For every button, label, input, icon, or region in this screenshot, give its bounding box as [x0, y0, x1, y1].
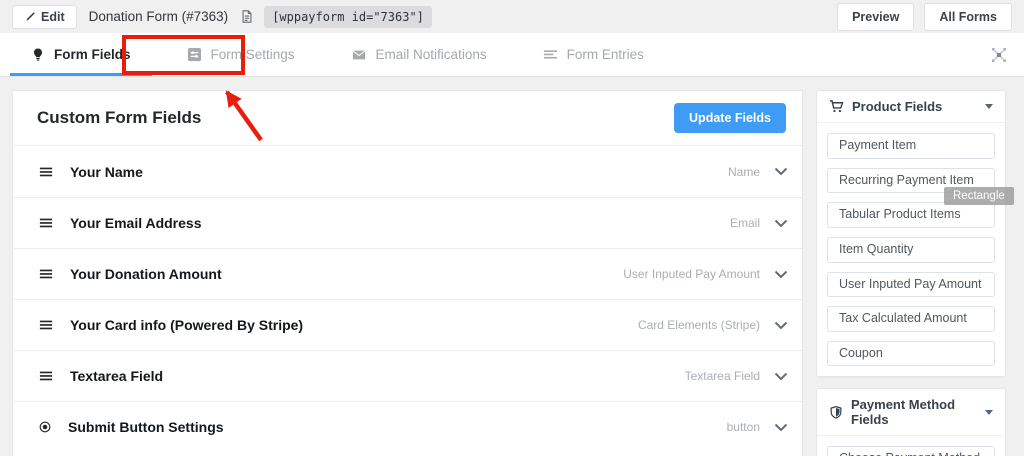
collapse-caret-icon[interactable]: [985, 409, 993, 415]
palette-item-payment-item[interactable]: Payment Item: [827, 133, 995, 159]
palette-item-user-inputed-pay-amount[interactable]: User Inputed Pay Amount: [827, 271, 995, 298]
field-row-card-info[interactable]: Your Card info (Powered By Stripe) Card …: [13, 299, 802, 350]
radio-target-icon: [38, 420, 52, 434]
palette-item-tabular-product-items[interactable]: Tabular Product Items: [827, 202, 995, 228]
tab-label: Form Settings: [210, 47, 295, 62]
field-type-badge: Name: [727, 164, 760, 179]
payment-method-fields-header[interactable]: Payment Method Fields: [817, 389, 1005, 437]
field-type-badge: User Inputed Pay Amount: [623, 267, 760, 281]
section-title: Payment Method Fields: [851, 397, 956, 428]
palette-item-choose-payment-method[interactable]: Choose Payment Method Field: [827, 446, 995, 456]
product-fields-section: Product Fields Payment Item Recurring Pa…: [816, 90, 1006, 378]
drag-handle-icon[interactable]: [38, 369, 54, 383]
field-type-badge: Card Elements (Stripe): [637, 318, 760, 332]
tab-email-notifications[interactable]: Email Notifications: [330, 33, 508, 76]
palette-item-coupon[interactable]: Coupon: [827, 340, 995, 367]
field-row-your-email[interactable]: Your Email Address Email: [13, 197, 802, 248]
field-label: Your Name: [70, 163, 143, 180]
custom-form-fields-panel: Custom Form Fields Update Fields Your Na…: [12, 90, 803, 456]
preview-button[interactable]: Preview: [837, 2, 915, 31]
drag-handle-icon[interactable]: [38, 216, 54, 230]
chevron-down-icon[interactable]: [774, 167, 788, 176]
field-type-badge: button: [726, 420, 760, 434]
all-forms-button[interactable]: All Forms: [924, 2, 1012, 31]
wppayform-editor-page: Edit Donation Form (#7363) [wppayform id…: [0, 0, 1024, 456]
chevron-down-icon[interactable]: [774, 270, 788, 279]
payment-method-fields-section: Payment Method Fields Choose Payment Met…: [816, 388, 1006, 456]
list-icon: [543, 47, 558, 62]
document-icon: [240, 9, 254, 24]
editor-tab-bar: Form Fields Form Settings Email Notifica…: [0, 33, 1024, 77]
field-label: Your Card info (Powered By Stripe): [70, 317, 304, 333]
edit-button[interactable]: Edit: [12, 4, 77, 29]
field-label: Your Donation Amount: [70, 266, 222, 282]
chevron-down-icon[interactable]: [774, 321, 788, 330]
panel-header: Custom Form Fields Update Fields: [13, 91, 802, 146]
settings-icon: [187, 47, 202, 62]
field-row-textarea[interactable]: Textarea Field Textarea Field: [13, 350, 802, 401]
top-admin-bar: Edit Donation Form (#7363) [wppayform id…: [0, 0, 1024, 33]
chevron-down-icon[interactable]: [774, 219, 788, 228]
tab-label: Email Notifications: [375, 47, 487, 62]
section-title: Product Fields: [852, 99, 943, 114]
tab-form-settings[interactable]: Form Settings: [166, 33, 316, 76]
field-palette-sidebar: Product Fields Payment Item Recurring Pa…: [816, 90, 1006, 456]
palette-item-item-quantity[interactable]: Item Quantity: [827, 236, 995, 263]
tab-label: Form Fields: [54, 47, 131, 62]
palette-item-tax-calculated-amount[interactable]: Tax Calculated Amount: [827, 306, 995, 332]
field-type-badge: Textarea Field: [684, 369, 760, 383]
lightbulb-icon: [31, 47, 45, 62]
field-row-donation-amount[interactable]: Your Donation Amount User Inputed Pay Am…: [13, 248, 802, 299]
collapse-caret-icon[interactable]: [985, 104, 993, 109]
field-row-submit-button[interactable]: Submit Button Settings button: [13, 401, 802, 452]
tab-form-entries[interactable]: Form Entries: [522, 33, 665, 76]
field-label: Submit Button Settings: [68, 419, 224, 435]
envelope-icon: [351, 48, 367, 62]
drag-handle-icon[interactable]: [38, 318, 54, 332]
cart-icon: [829, 99, 844, 114]
form-title: Donation Form (#7363): [88, 9, 229, 24]
shortcode-chip[interactable]: [wppayform id="7363"]: [264, 5, 432, 28]
page-title: Custom Form Fields: [37, 108, 202, 127]
edit-button-label: Edit: [41, 9, 65, 24]
field-type-badge: Email: [729, 216, 760, 230]
product-fields-header[interactable]: Product Fields: [817, 91, 1005, 123]
pencil-icon: [24, 11, 36, 23]
fullscreen-expand-icon[interactable]: [988, 44, 1010, 66]
product-fields-body: Payment Item Recurring Payment Item Tabu…: [817, 123, 1005, 376]
tab-form-fields[interactable]: Form Fields: [10, 33, 152, 76]
tab-label: Form Entries: [566, 47, 644, 62]
payment-method-fields-body: Choose Payment Method Field Card Element…: [817, 436, 1005, 456]
field-row-your-name[interactable]: Your Name Name: [13, 146, 802, 197]
drag-handle-icon[interactable]: [38, 165, 54, 179]
field-label: Textarea Field: [70, 368, 164, 384]
shield-icon: [829, 405, 843, 420]
drag-handle-icon[interactable]: [38, 267, 54, 281]
chevron-down-icon[interactable]: [774, 372, 788, 381]
field-label: Your Email Address: [70, 215, 202, 231]
update-fields-button[interactable]: Update Fields: [674, 103, 786, 133]
palette-item-recurring-payment-item[interactable]: Recurring Payment Item: [827, 167, 995, 194]
chevron-down-icon[interactable]: [774, 423, 788, 432]
